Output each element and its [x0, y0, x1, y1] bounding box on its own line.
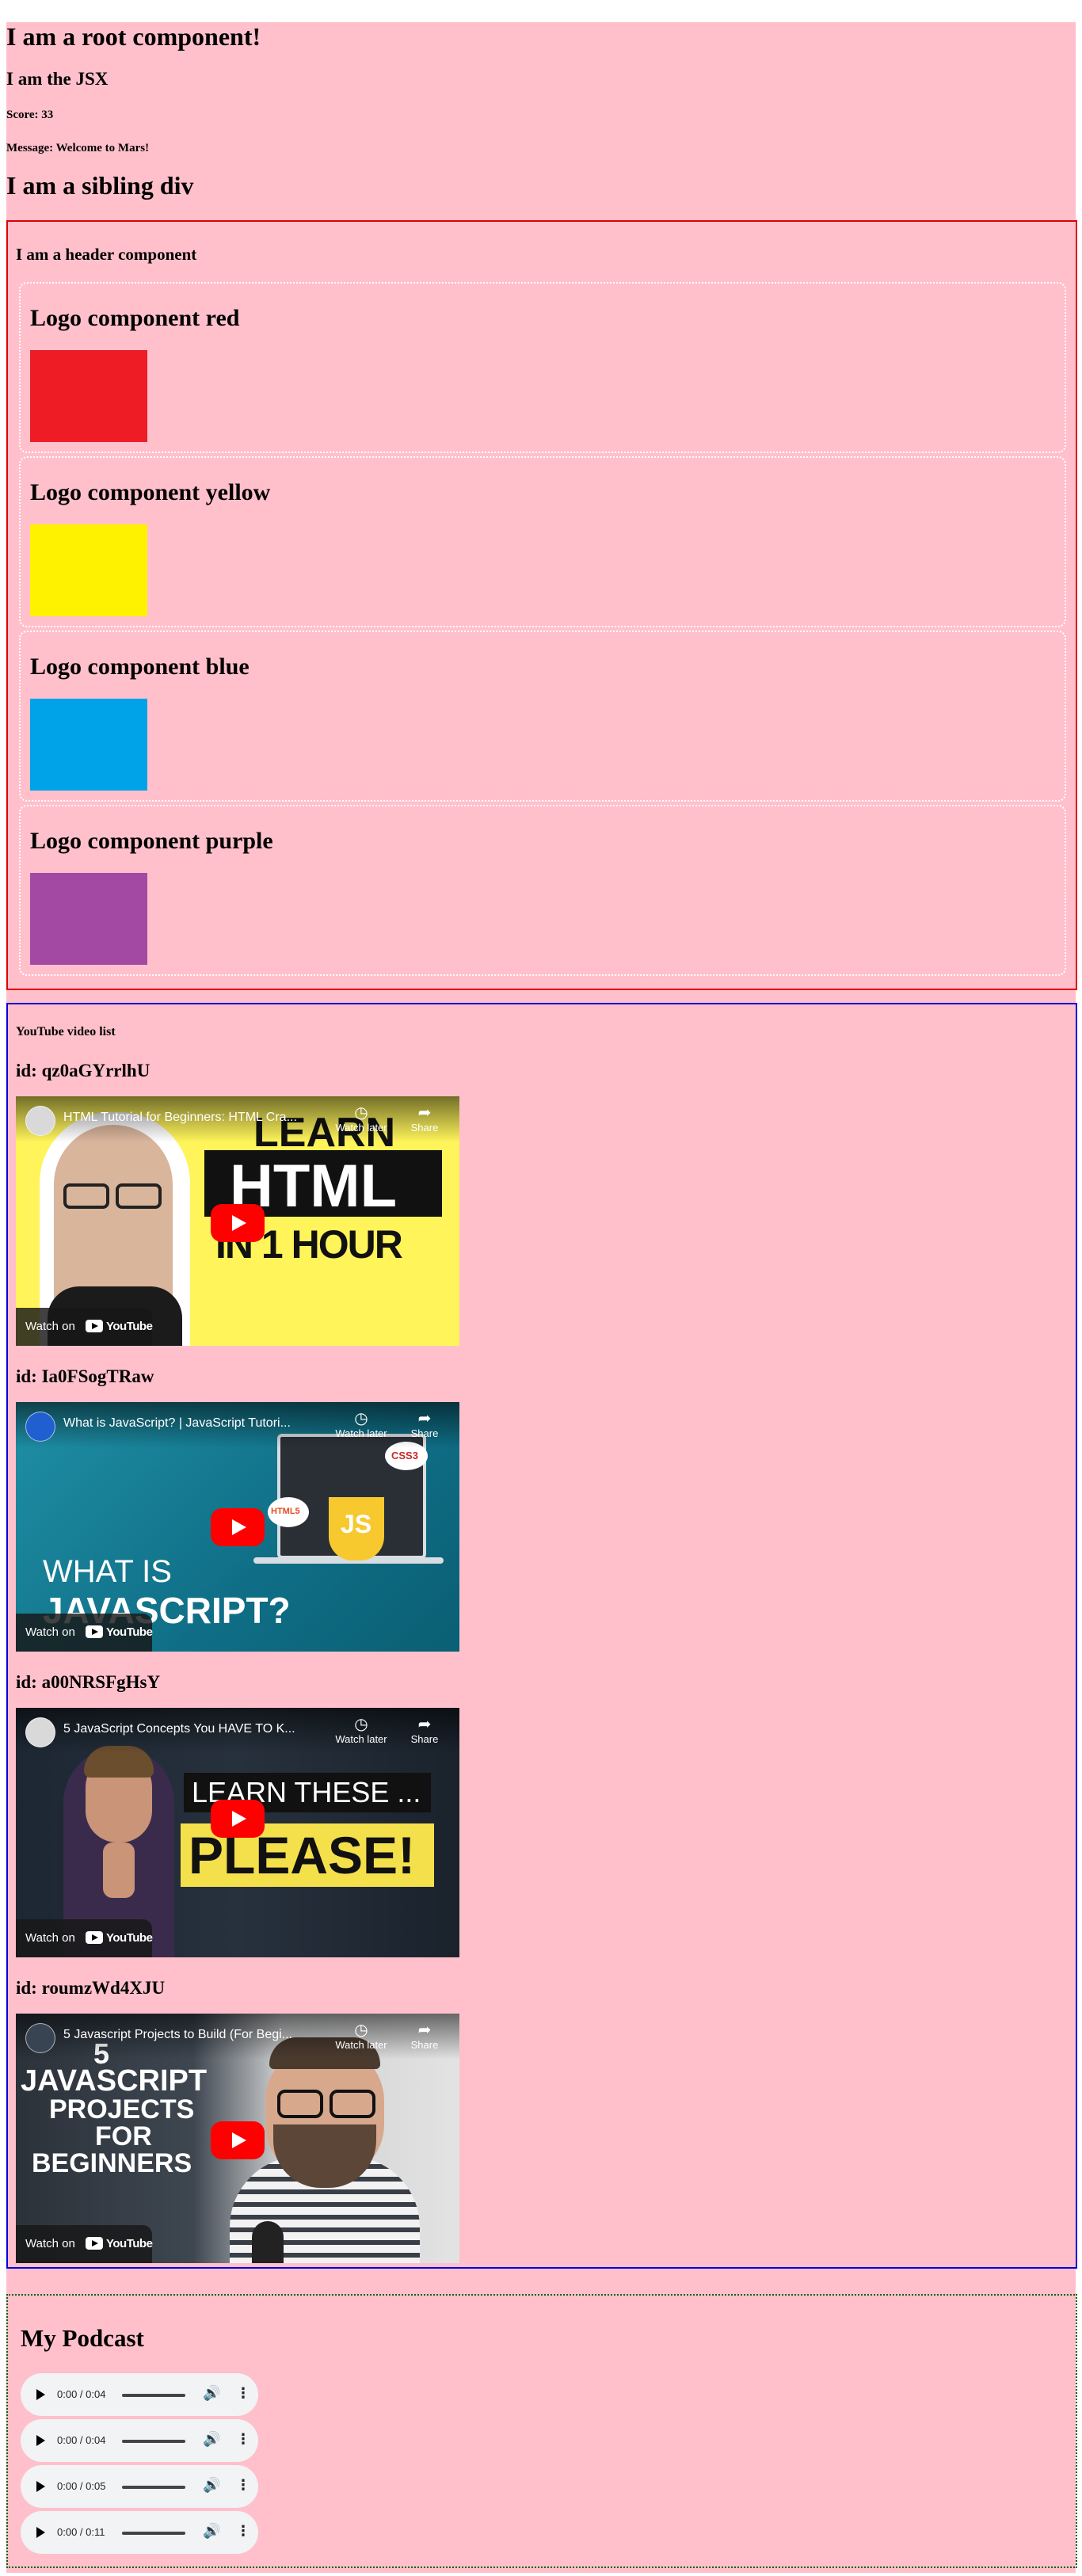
- share-icon: ➦: [417, 1716, 432, 1733]
- logo-card-blue: Logo component blue: [19, 631, 1066, 802]
- watch-later-button[interactable]: ◷ Watch later: [331, 1104, 391, 1134]
- play-button[interactable]: [211, 1800, 265, 1838]
- podcast-component: My Podcast 0:00 / 0:04 🔊 ⋮ 0:00 / 0:04 🔊…: [6, 2294, 1077, 2568]
- logo-swatch-blue: [30, 699, 147, 791]
- header-component: I am a header component Logo component r…: [6, 220, 1077, 990]
- play-icon[interactable]: [36, 2527, 45, 2538]
- watch-on-youtube-button[interactable]: Watch on YouTube: [16, 2225, 153, 2263]
- watch-later-button[interactable]: ◷ Watch later: [331, 1410, 391, 1439]
- share-button[interactable]: ➦ Share: [394, 1716, 455, 1745]
- video-id-label: id: qz0aGYrrlhU: [16, 1061, 150, 1080]
- root-component: I am a root component! I am the JSX Scor…: [6, 22, 1077, 2573]
- sibling-heading: I am a sibling div: [6, 171, 194, 200]
- volume-icon[interactable]: 🔊: [203, 2523, 220, 2540]
- video-embed[interactable]: JS CSS3 HTML5 WHAT IS JAVASCRIPT? What i…: [16, 1402, 459, 1652]
- logo-card-purple: Logo component purple: [19, 805, 1066, 976]
- audio-progress-slider[interactable]: [122, 2394, 185, 2397]
- audio-time: 0:00 / 0:04: [57, 2388, 106, 2400]
- channel-avatar[interactable]: [25, 2023, 55, 2053]
- audio-progress-slider[interactable]: [122, 2486, 185, 2489]
- play-button[interactable]: [211, 2121, 265, 2159]
- logo-label: Logo component purple: [30, 828, 273, 854]
- more-options-icon[interactable]: ⋮: [236, 2385, 250, 2402]
- logo-label: Logo component blue: [30, 654, 250, 680]
- video-title[interactable]: HTML Tutorial for Beginners: HTML Cra...: [63, 1111, 325, 1125]
- more-options-icon[interactable]: ⋮: [236, 2431, 250, 2448]
- channel-avatar[interactable]: [25, 1717, 55, 1747]
- youtube-logo-icon: [86, 1625, 103, 1638]
- logo-card-red: Logo component red: [19, 282, 1066, 453]
- video-id-label: id: Ia0FSogTRaw: [16, 1366, 154, 1386]
- clock-icon: ◷: [354, 1104, 368, 1122]
- audio-player[interactable]: 0:00 / 0:04 🔊 ⋮: [21, 2419, 258, 2462]
- video-title[interactable]: 5 Javascript Projects to Build (For Begi…: [63, 2028, 325, 2042]
- audio-progress-slider[interactable]: [122, 2532, 185, 2535]
- youtube-logo-icon: [86, 2237, 103, 2250]
- more-options-icon[interactable]: ⋮: [236, 2477, 250, 2494]
- video-title[interactable]: 5 JavaScript Concepts You HAVE TO K...: [63, 1722, 325, 1736]
- thumb-text: WHAT IS: [43, 1554, 172, 1589]
- play-icon[interactable]: [36, 2481, 45, 2492]
- audio-player[interactable]: 0:00 / 0:04 🔊 ⋮: [21, 2373, 258, 2416]
- play-icon[interactable]: [36, 2435, 45, 2446]
- jsx-text: I am the JSX: [6, 69, 109, 89]
- message-text: Message: Welcome to Mars!: [6, 142, 150, 154]
- channel-avatar[interactable]: [25, 1106, 55, 1136]
- watch-on-youtube-button[interactable]: Watch on YouTube: [16, 1308, 153, 1346]
- root-heading: I am a root component!: [6, 22, 261, 51]
- logo-swatch-purple: [30, 873, 147, 965]
- thumb-text: HTML5: [271, 1507, 300, 1516]
- video-id-label: id: roumzWd4XJU: [16, 1978, 166, 1998]
- watch-later-button[interactable]: ◷ Watch later: [331, 1716, 391, 1745]
- play-icon[interactable]: [36, 2389, 45, 2400]
- more-options-icon[interactable]: ⋮: [236, 2523, 250, 2540]
- thumb-text: JS: [341, 1510, 372, 1538]
- youtube-logo-icon: [86, 1931, 103, 1944]
- logo-card-yellow: Logo component yellow: [19, 456, 1066, 627]
- play-button[interactable]: [211, 1508, 265, 1546]
- video-embed[interactable]: LEARN HTML IN 1 HOUR HTML Tutorial for B…: [16, 1096, 459, 1346]
- thumb-text: BEGINNERS: [32, 2148, 192, 2178]
- share-icon: ➦: [417, 2022, 432, 2039]
- clock-icon: ◷: [354, 1410, 368, 1427]
- share-button[interactable]: ➦ Share: [394, 1410, 455, 1439]
- play-button[interactable]: [211, 1204, 265, 1242]
- watch-later-button[interactable]: ◷ Watch later: [331, 2022, 391, 2051]
- thumb-text: JAVASCRIPT: [21, 2064, 208, 2098]
- volume-icon[interactable]: 🔊: [203, 2385, 220, 2402]
- youtube-logo-icon: [86, 1320, 103, 1332]
- volume-icon[interactable]: 🔊: [203, 2431, 220, 2448]
- share-icon: ➦: [417, 1104, 432, 1122]
- video-embed[interactable]: LEARN THESE ... PLEASE! 5 JavaScript Con…: [16, 1708, 459, 1957]
- clock-icon: ◷: [354, 2022, 368, 2039]
- share-button[interactable]: ➦ Share: [394, 2022, 455, 2051]
- audio-time: 0:00 / 0:04: [57, 2434, 106, 2446]
- podcast-title: My Podcast: [21, 2324, 144, 2352]
- score-text: Score: 33: [6, 109, 54, 121]
- share-button[interactable]: ➦ Share: [394, 1104, 455, 1134]
- audio-progress-slider[interactable]: [122, 2440, 185, 2443]
- watch-on-youtube-button[interactable]: Watch on YouTube: [16, 1614, 153, 1652]
- logo-label: Logo component yellow: [30, 479, 271, 505]
- audio-time: 0:00 / 0:05: [57, 2480, 106, 2492]
- share-icon: ➦: [417, 1410, 432, 1427]
- volume-icon[interactable]: 🔊: [203, 2477, 220, 2494]
- header-title: I am a header component: [16, 245, 197, 264]
- watch-on-youtube-button[interactable]: Watch on YouTube: [16, 1919, 153, 1957]
- thumb-text: CSS3: [391, 1450, 418, 1461]
- channel-avatar[interactable]: [25, 1412, 55, 1442]
- clock-icon: ◷: [354, 1716, 368, 1733]
- video-id-label: id: a00NRSFgHsY: [16, 1672, 161, 1692]
- audio-player[interactable]: 0:00 / 0:05 🔊 ⋮: [21, 2465, 258, 2508]
- youtube-list-title: YouTube video list: [16, 1025, 116, 1038]
- video-embed[interactable]: 5 JAVASCRIPT PROJECTS FOR BEGINNERS 5 Ja…: [16, 2014, 459, 2263]
- logo-swatch-yellow: [30, 524, 147, 616]
- youtube-video-list: YouTube video list id: qz0aGYrrlhU LEARN…: [6, 1003, 1077, 2269]
- video-title[interactable]: What is JavaScript? | JavaScript Tutori.…: [63, 1416, 325, 1431]
- logo-label: Logo component red: [30, 305, 240, 331]
- audio-time: 0:00 / 0:11: [57, 2526, 105, 2538]
- logo-swatch-red: [30, 350, 147, 442]
- audio-player[interactable]: 0:00 / 0:11 🔊 ⋮: [21, 2511, 258, 2554]
